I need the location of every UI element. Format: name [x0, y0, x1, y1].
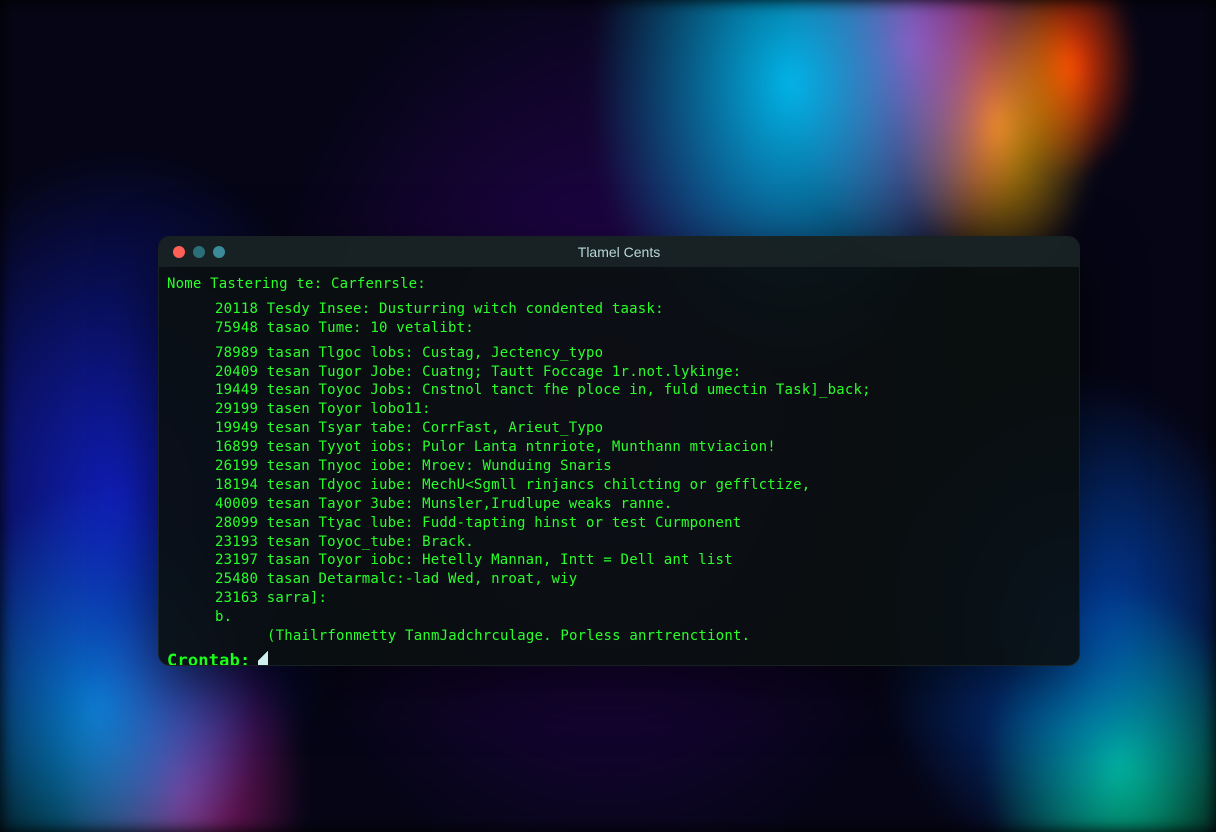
- log-text: tesan Tayor 3ube: Munsler,Irudlupe weaks…: [258, 496, 672, 512]
- intro-line: 75948 tasao Tume: 10 vetalibt:: [167, 319, 1071, 338]
- window-title: Tlamel Cents: [578, 244, 660, 260]
- cursor-icon: [258, 648, 268, 665]
- log-id: 19449: [215, 382, 258, 398]
- log-text: tesan Tdyoc iube: MechU<Sgmll rinjancs c…: [258, 477, 810, 493]
- log-text: tesan Tnyoc iobe: Mroev: Wunduing Snaris: [258, 458, 612, 474]
- tail-line: b.: [167, 608, 1071, 627]
- maximize-icon[interactable]: [213, 246, 225, 258]
- log-line: 29199 tasen Toyor lobo11:: [167, 400, 1071, 419]
- prompt-line[interactable]: Crontab:: [167, 648, 1071, 665]
- log-text: tasan Tlgoc lobs: Custag, Jectency_typo: [258, 345, 603, 361]
- window-controls: [173, 246, 225, 258]
- log-text: tesan Toyoc Jobs: Cnstnol tanct fhe ploc…: [258, 382, 871, 398]
- intro-line: 20118 Tesdy Insee: Dusturring witch cond…: [167, 300, 1071, 319]
- footnote-line: (Thailrfonmetty TanmJadchrculage. Porles…: [167, 627, 1071, 646]
- log-text: sarra]:: [258, 590, 327, 606]
- log-id: 29199: [215, 401, 258, 417]
- log-line: 26199 tesan Tnyoc iobe: Mroev: Wunduing …: [167, 457, 1071, 476]
- log-line: 78989 tasan Tlgoc lobs: Custag, Jectency…: [167, 344, 1071, 363]
- log-line: 16899 tesan Tyyot iobs: Pulor Lanta ntnr…: [167, 438, 1071, 457]
- log-id: 78989: [215, 345, 258, 361]
- log-line: 23163 sarra]:: [167, 589, 1071, 608]
- close-icon[interactable]: [173, 246, 185, 258]
- log-id: 28099: [215, 515, 258, 531]
- terminal-output[interactable]: Nome Tastering te: Carfenrsle: 20118 Tes…: [159, 267, 1079, 665]
- log-id: 23163: [215, 590, 258, 606]
- log-id: 25480: [215, 571, 258, 587]
- log-id: 23193: [215, 534, 258, 550]
- log-line: 23193 tesan Toyoc_tube: Brack.: [167, 533, 1071, 552]
- minimize-icon[interactable]: [193, 246, 205, 258]
- log-id: 23197: [215, 552, 258, 568]
- log-text: tesan Ttyac lube: Fudd-tapting hinst or …: [258, 515, 741, 531]
- log-line: 28099 tesan Ttyac lube: Fudd-tapting hin…: [167, 514, 1071, 533]
- log-id: 20409: [215, 364, 258, 380]
- log-line: 19949 tesan Tsyar tabe: CorrFast, Arieut…: [167, 419, 1071, 438]
- log-line: 25480 tasan Detarmalc:-lad Wed, nroat, w…: [167, 570, 1071, 589]
- titlebar[interactable]: Tlamel Cents: [159, 237, 1079, 267]
- log-text: tesan Tyyot iobs: Pulor Lanta ntnriote, …: [258, 439, 776, 455]
- log-id: 16899: [215, 439, 258, 455]
- log-text: tasan Detarmalc:-lad Wed, nroat, wiy: [258, 571, 577, 587]
- header-line: Nome Tastering te: Carfenrsle:: [167, 275, 1071, 294]
- log-text: tesan Tugor Jobe: Cuatng; Tautt Foccage …: [258, 364, 741, 380]
- log-line: 20409 tesan Tugor Jobe: Cuatng; Tautt Fo…: [167, 363, 1071, 382]
- log-text: tesan Toyoc_tube: Brack.: [258, 534, 474, 550]
- log-line: 40009 tesan Tayor 3ube: Munsler,Irudlupe…: [167, 495, 1071, 514]
- log-line: 19449 tesan Toyoc Jobs: Cnstnol tanct fh…: [167, 381, 1071, 400]
- log-text: tasen Toyor lobo11:: [258, 401, 431, 417]
- log-id: 18194: [215, 477, 258, 493]
- prompt-label: Crontab:: [167, 650, 250, 665]
- log-line: 18194 tesan Tdyoc iube: MechU<Sgmll rinj…: [167, 476, 1071, 495]
- log-text: tasan Toyor iobc: Hetelly Mannan, Intt =…: [258, 552, 733, 568]
- log-line: 23197 tasan Toyor iobc: Hetelly Mannan, …: [167, 551, 1071, 570]
- log-text: tesan Tsyar tabe: CorrFast, Arieut_Typo: [258, 420, 603, 436]
- log-id: 19949: [215, 420, 258, 436]
- terminal-window: Tlamel Cents Nome Tastering te: Carfenrs…: [158, 236, 1080, 666]
- log-id: 26199: [215, 458, 258, 474]
- log-id: 40009: [215, 496, 258, 512]
